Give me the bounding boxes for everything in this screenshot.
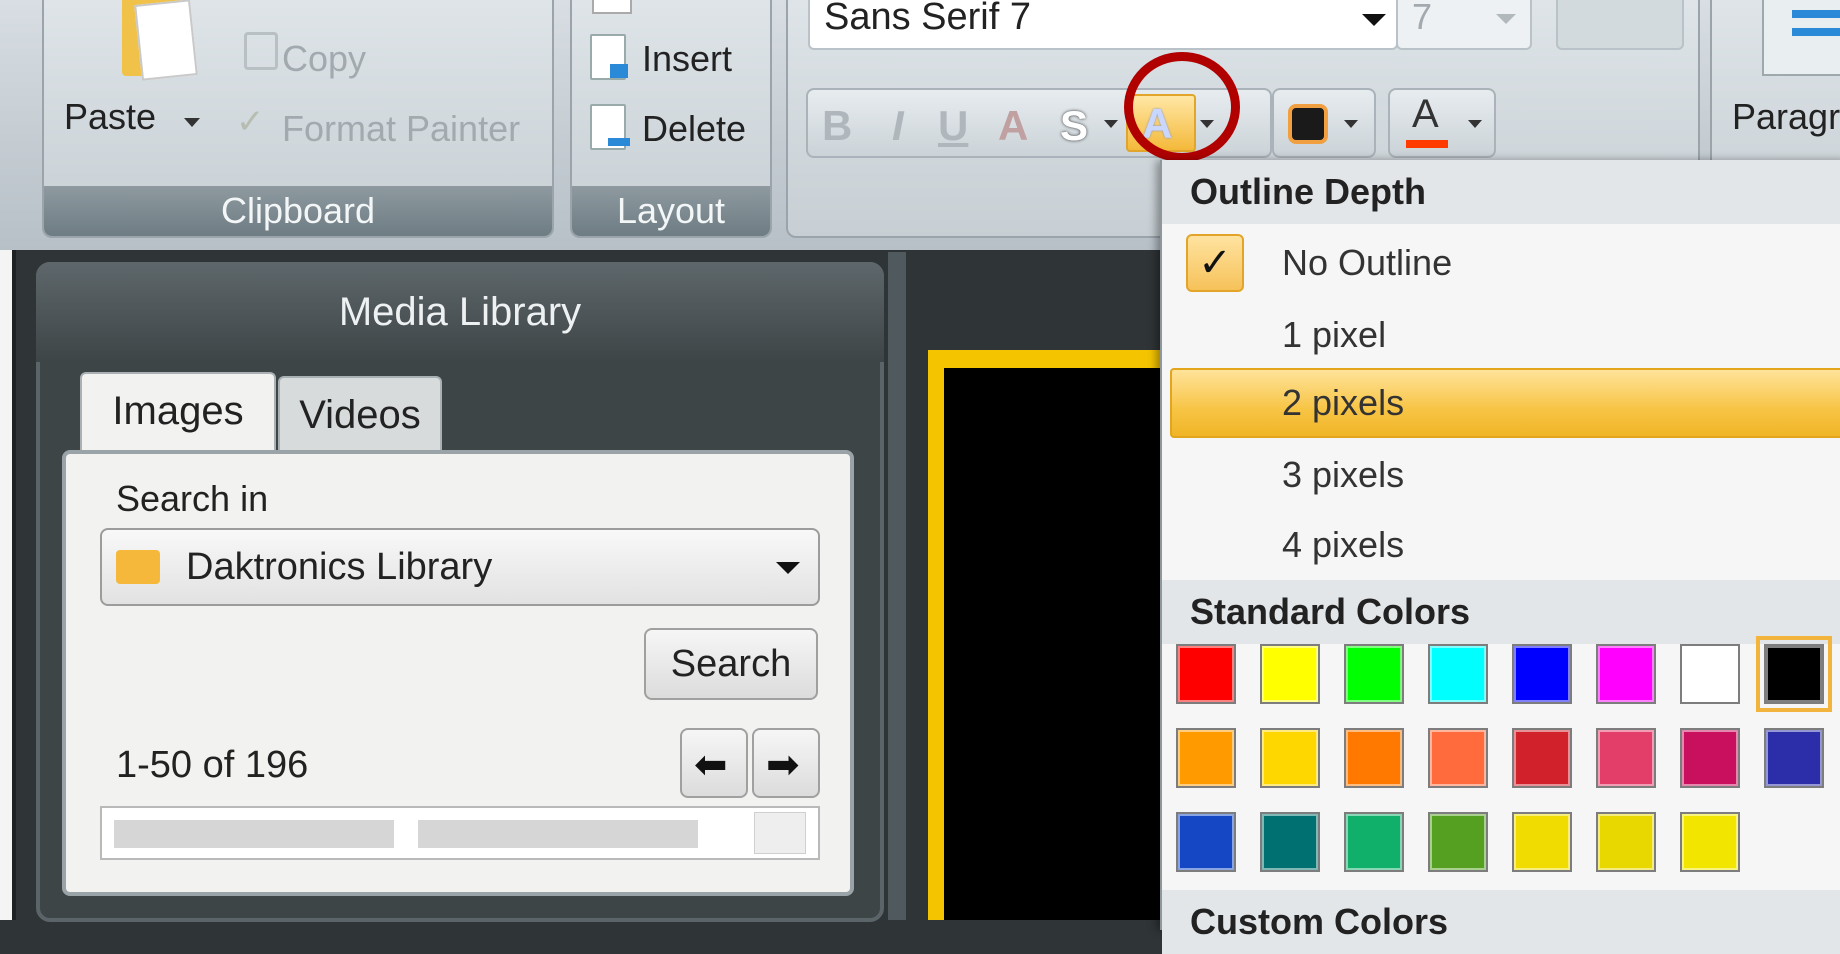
search-in-label: Search in	[116, 478, 269, 519]
copy-button[interactable]: Copy	[282, 38, 366, 80]
stroke-dropdown-icon[interactable]	[1104, 120, 1118, 128]
color-swatch[interactable]	[1176, 812, 1236, 872]
next-page-button[interactable]: ➡	[752, 728, 820, 798]
font-size-select[interactable]: 7	[1396, 0, 1532, 50]
layout-group: Insert Delete Layout	[570, 0, 772, 238]
color-swatch[interactable]	[1596, 728, 1656, 788]
tab-videos[interactable]: Videos	[278, 376, 442, 454]
color-swatch[interactable]	[1260, 728, 1320, 788]
outline-option-1px[interactable]: 1 pixel	[1162, 300, 1840, 370]
paste-button[interactable]: Paste	[64, 96, 156, 138]
library-select[interactable]: Daktronics Library	[100, 528, 820, 606]
paragraph-icon	[1762, 0, 1840, 76]
color-swatch[interactable]	[1176, 728, 1236, 788]
color-swatch[interactable]	[1428, 812, 1488, 872]
search-button[interactable]: Search	[644, 628, 818, 700]
stroke-button[interactable]: S	[1060, 102, 1088, 150]
background-color-button[interactable]	[1272, 88, 1376, 158]
format-painter-button[interactable]: Format Painter	[282, 108, 520, 150]
color-swatch[interactable]	[1512, 812, 1572, 872]
custom-colors-header: Custom Colors	[1162, 890, 1840, 954]
color-swatch[interactable]	[1512, 728, 1572, 788]
paste-icon[interactable]	[102, 0, 212, 92]
color-swatch[interactable]	[1428, 728, 1488, 788]
arrow-left-icon: ⬅	[694, 743, 728, 787]
color-swatch[interactable]	[1344, 728, 1404, 788]
color-swatch[interactable]	[1344, 812, 1404, 872]
font-color-swatch	[1406, 140, 1448, 148]
color-swatch[interactable]	[1764, 728, 1824, 788]
delete-button[interactable]: Delete	[642, 108, 746, 150]
color-swatch[interactable]	[1344, 644, 1404, 704]
color-swatch[interactable]	[1596, 644, 1656, 704]
color-swatch[interactable]	[1756, 636, 1832, 712]
folder-icon	[116, 550, 160, 584]
delete-icon	[590, 104, 630, 150]
chevron-down-icon	[776, 562, 800, 574]
check-icon: ✓	[1186, 234, 1244, 292]
color-swatch[interactable]	[1596, 812, 1656, 872]
paste-dropdown-icon[interactable]	[184, 118, 200, 127]
previous-page-button[interactable]: ⬅	[680, 728, 748, 798]
clipboard-group-label: Clipboard	[44, 186, 552, 236]
preview-canvas[interactable]	[944, 368, 1174, 920]
add-icon	[592, 0, 632, 14]
tab-images[interactable]: Images	[80, 372, 276, 450]
color-swatch[interactable]	[1176, 644, 1236, 704]
color-swatch[interactable]	[1260, 812, 1320, 872]
paging-text: 1-50 of 196	[116, 744, 309, 786]
outline-option-4px[interactable]: 4 pixels	[1162, 510, 1840, 580]
italic-button[interactable]: I	[892, 102, 904, 150]
paragraph-label[interactable]: Paragr	[1732, 96, 1840, 138]
color-swatch[interactable]	[1680, 812, 1740, 872]
images-tab-content: Search in Daktronics Library Search 1-50…	[62, 450, 854, 896]
color-swatch[interactable]	[1680, 644, 1740, 704]
thumbnail-scrollbar[interactable]	[100, 806, 820, 860]
shadow-button[interactable]: A	[998, 102, 1028, 150]
highlight-ring	[1124, 52, 1240, 162]
background-color-icon	[1288, 104, 1328, 144]
chevron-down-icon	[1496, 14, 1516, 24]
color-swatch[interactable]	[1680, 728, 1740, 788]
arrow-right-icon: ➡	[766, 743, 800, 787]
outline-dropdown-menu: Outline Depth ✓ No Outline 1 pixel 2 pix…	[1160, 160, 1840, 954]
thumbnail-placeholder	[418, 820, 698, 848]
color-swatch[interactable]	[1428, 644, 1488, 704]
chevron-down-icon	[1362, 14, 1386, 26]
standard-colors-header: Standard Colors	[1162, 580, 1840, 644]
font-name-select[interactable]: Sans Serif 7	[808, 0, 1398, 50]
chevron-down-icon	[1344, 120, 1358, 128]
outline-option-2px[interactable]: 2 pixels	[1170, 368, 1840, 438]
chevron-down-icon	[1468, 120, 1482, 128]
color-grid	[1176, 636, 1836, 904]
bold-button[interactable]: B	[822, 102, 852, 150]
color-swatch[interactable]	[1260, 644, 1320, 704]
clipboard-group: Paste Copy ✓ Format Painter Clipboard	[42, 0, 554, 238]
insert-button[interactable]: Insert	[642, 38, 732, 80]
outline-depth-header: Outline Depth	[1162, 160, 1840, 224]
format-painter-icon: ✓	[236, 103, 265, 141]
size-arrows[interactable]	[1556, 0, 1684, 50]
font-color-icon: A	[1412, 92, 1439, 136]
font-color-button[interactable]: A	[1388, 88, 1496, 158]
insert-icon	[590, 34, 628, 80]
panel-splitter[interactable]	[888, 252, 906, 920]
scroll-spinner[interactable]	[754, 812, 806, 854]
outline-option-3px[interactable]: 3 pixels	[1162, 440, 1840, 510]
color-swatch[interactable]	[1512, 644, 1572, 704]
copy-icon	[244, 32, 278, 70]
underline-button[interactable]: U	[938, 102, 968, 150]
thumbnail-placeholder	[114, 820, 394, 848]
layout-group-label: Layout	[572, 186, 770, 236]
outline-option-none[interactable]: ✓ No Outline	[1162, 228, 1840, 298]
media-library-title: Media Library	[36, 262, 884, 362]
